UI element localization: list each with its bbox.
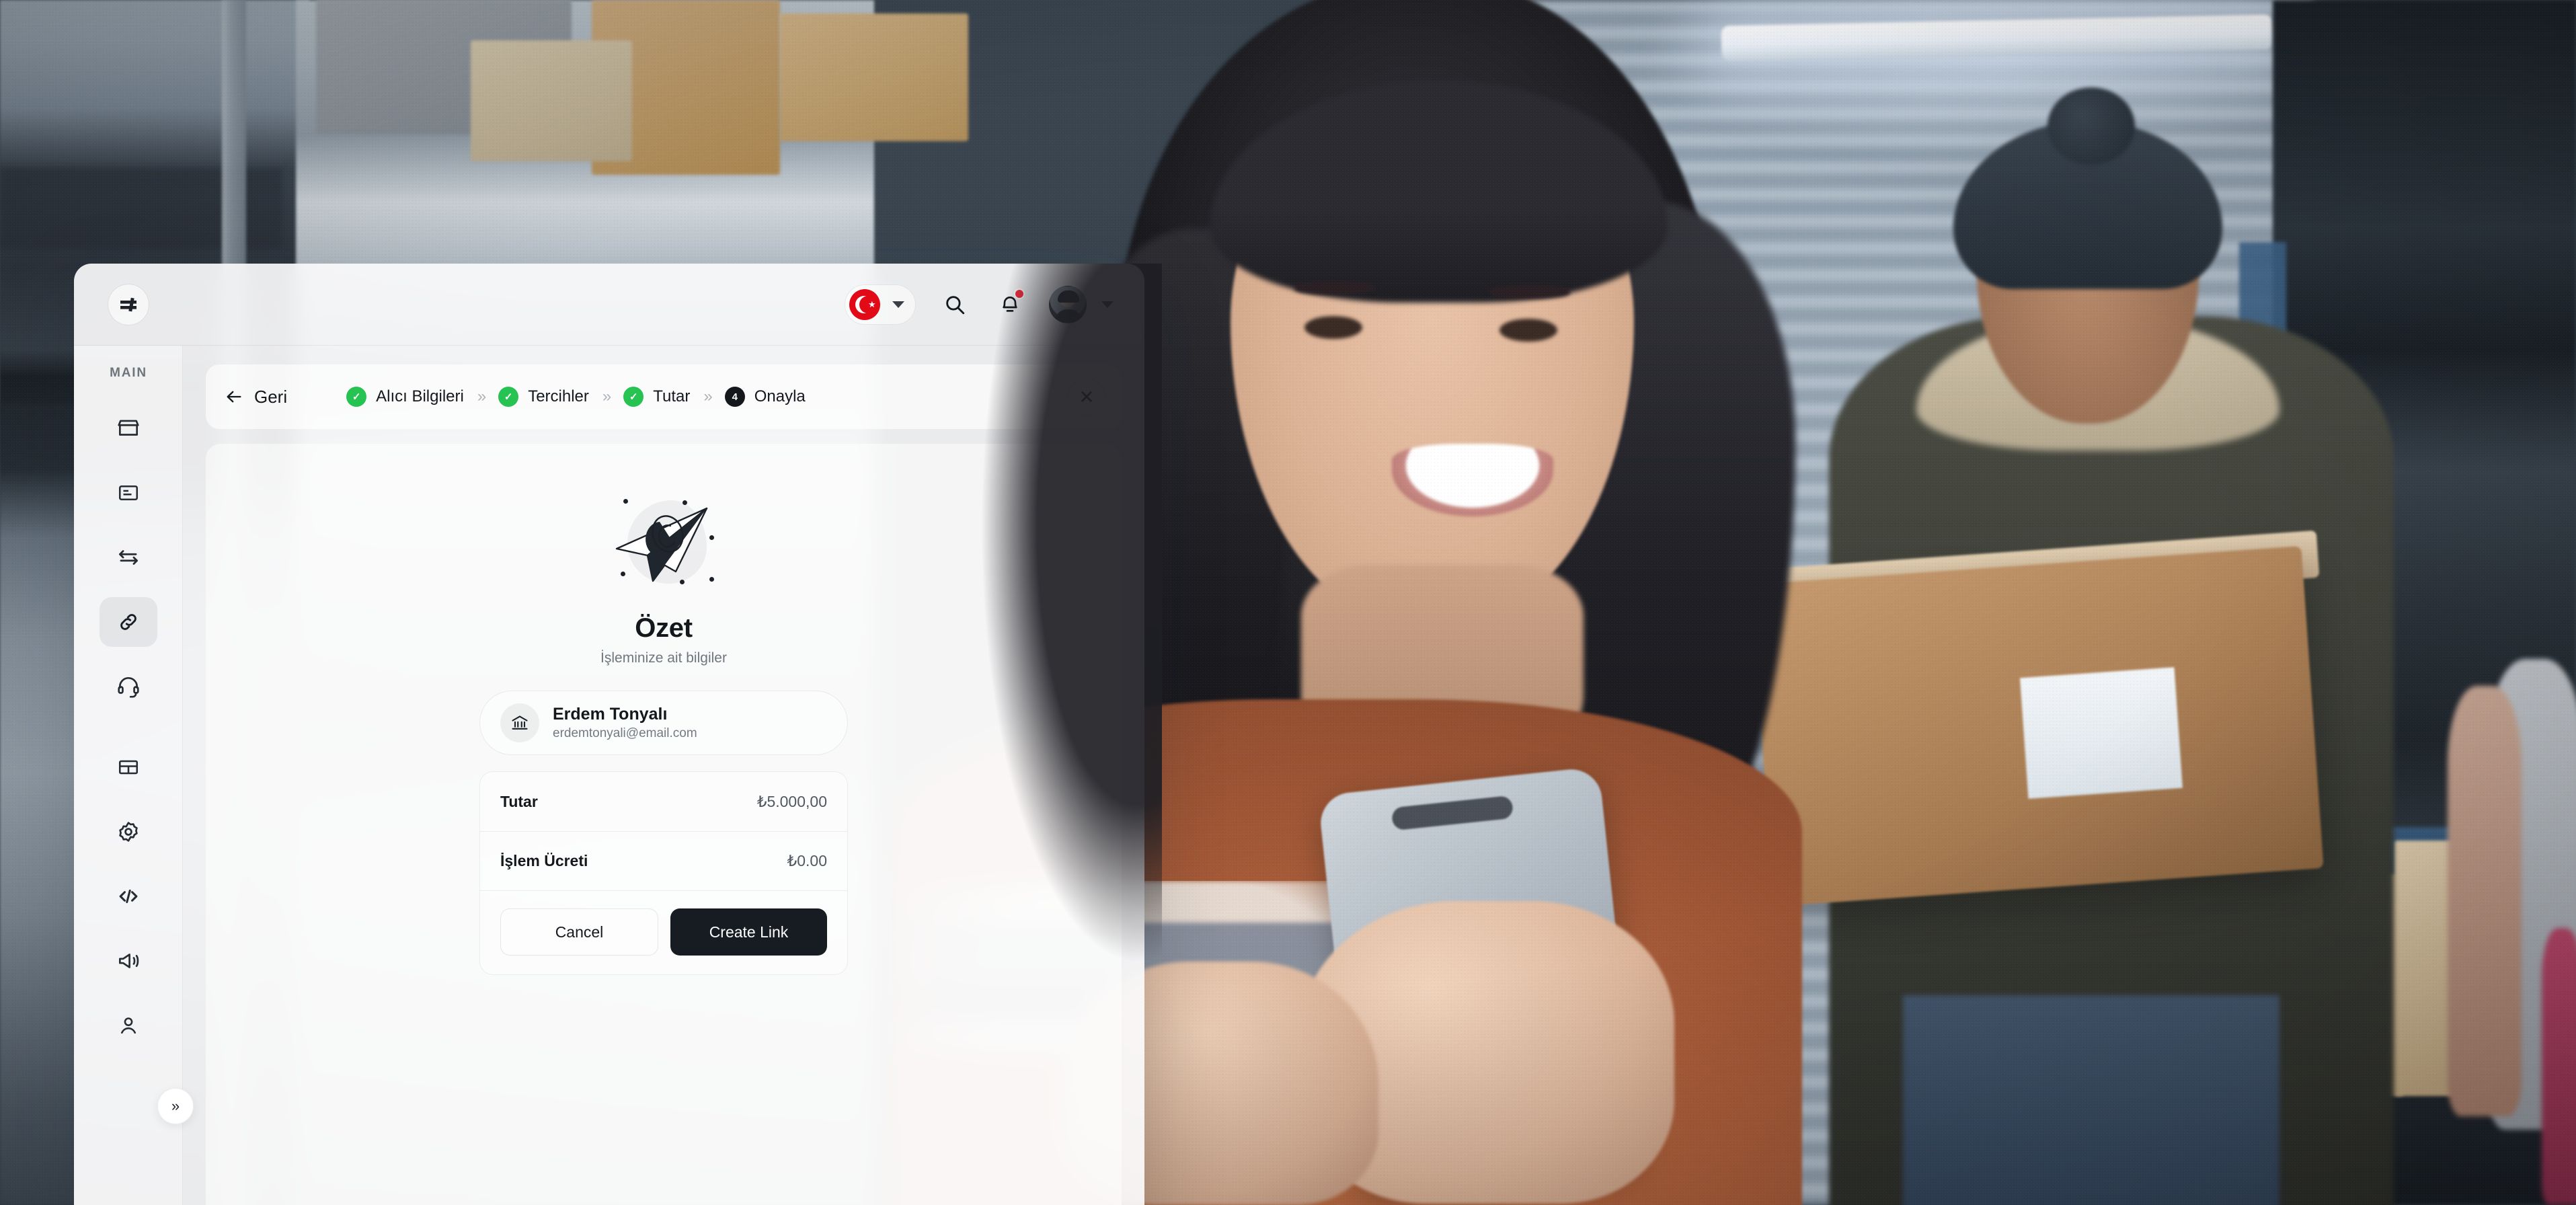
woman-eye: [1304, 316, 1362, 339]
step-separator: »: [703, 387, 712, 405]
amount-table: Tutar ₺5.000,00 İşlem Ücreti ₺0.00 Cance…: [479, 771, 848, 975]
papara-logo[interactable]: [108, 284, 149, 325]
table-row: Tutar ₺5.000,00: [480, 772, 847, 831]
recipient-name: Erdem Tonyalı: [553, 705, 668, 724]
recipient-info: Erdem Tonyalı erdemtonyali@email.com: [553, 705, 697, 741]
sidebar-item-announcements[interactable]: [100, 936, 157, 986]
step-marker: ✓: [346, 387, 367, 407]
megaphone-icon: [118, 954, 139, 968]
stepper-steps: ✓ Alıcı Bilgileri » ✓ Tercihler » ✓ Tuta…: [346, 387, 806, 407]
action-buttons: Cancel Create Link: [480, 890, 847, 974]
back-button[interactable]: Geri: [225, 387, 310, 407]
sidebar-item-links[interactable]: [100, 597, 157, 647]
step-label: Alıcı Bilgileri: [376, 387, 464, 405]
sidebar-item-support[interactable]: [100, 662, 157, 711]
topbar-actions: ★: [845, 284, 1114, 325]
flag-star: ★: [868, 299, 876, 309]
notification-badge: [1014, 288, 1025, 299]
hanging-garment: [2542, 928, 2576, 1205]
step-label: Onayla: [754, 387, 806, 405]
page-subtitle: İşleminize ait bilgiler: [600, 650, 727, 666]
user-icon: [120, 1017, 136, 1034]
account-menu[interactable]: [1049, 286, 1114, 323]
step-marker: ✓: [623, 387, 644, 407]
bank-building-icon: [512, 715, 528, 730]
cardboard-box: [780, 13, 968, 141]
woman-brow: [1489, 285, 1570, 299]
create-link-button[interactable]: Create Link: [670, 908, 827, 956]
arrow-left-icon: [227, 391, 241, 403]
topbar: ★: [74, 264, 1144, 346]
shipping-label: [2020, 667, 2183, 799]
worker-jeans: [1903, 995, 2279, 1205]
sidebar-item-tables[interactable]: [100, 742, 157, 792]
sidebar-item-store[interactable]: [100, 403, 157, 453]
woman-eye: [1499, 319, 1557, 342]
step-marker: 4: [724, 387, 745, 407]
sidebar: MAIN »: [74, 346, 194, 1205]
sidebar-item-profile[interactable]: [100, 1001, 157, 1050]
sidebar-item-developers[interactable]: [100, 871, 157, 921]
table-row: İşlem Ücreti ₺0.00: [480, 831, 847, 890]
gear-icon: [119, 822, 138, 842]
amount-value: ₺0.00: [787, 852, 827, 869]
recipient-row[interactable]: Erdem Tonyalı erdemtonyali@email.com: [479, 691, 848, 755]
search-icon: [946, 296, 965, 315]
recipient-email: erdemtonyali@email.com: [553, 726, 697, 740]
content-area: Geri ✓ Alıcı Bilgileri » ✓ Tercihler » ✓: [183, 346, 1144, 1205]
summary-panel: Özet İşleminize ait bilgiler Erdem Tonya…: [206, 444, 1122, 1205]
cardboard-box: [471, 40, 632, 161]
sidebar-item-statements[interactable]: [100, 468, 157, 518]
illustration-wrap: [479, 494, 848, 598]
code-icon: [119, 889, 138, 904]
chevron-down-icon: [892, 301, 904, 308]
step-tercihler[interactable]: ✓ Tercihler: [498, 387, 589, 407]
amount-label: İşlem Ücreti: [500, 852, 588, 869]
sidebar-expand-button[interactable]: »: [157, 1088, 194, 1124]
summary-card: Özet İşleminize ait bilgiler Erdem Tonya…: [479, 494, 848, 1205]
window-body: MAIN » Geri ✓ Alıcı Bilgileri » ✓ Tercih…: [74, 346, 1144, 1205]
document-icon: [118, 485, 139, 501]
paper-plane-illustration: [609, 494, 719, 598]
woman-brow: [1294, 281, 1375, 295]
cancel-button[interactable]: Cancel: [500, 908, 658, 956]
sidebar-item-transfers[interactable]: [100, 533, 157, 582]
topbar-divider: [74, 344, 1144, 346]
amount-label: Tutar: [500, 792, 538, 810]
stepper-bar: Geri ✓ Alıcı Bilgileri » ✓ Tercihler » ✓: [206, 364, 1122, 429]
avatar: [1049, 286, 1087, 323]
step-label: Tutar: [653, 387, 691, 405]
store-icon: [118, 420, 139, 436]
back-button-label: Geri: [254, 386, 288, 407]
language-selector[interactable]: ★: [845, 284, 916, 325]
logo-icon: [120, 297, 136, 312]
beanie-pompom: [2047, 87, 2135, 165]
transfer-arrows-icon: [118, 550, 139, 565]
headset-icon: [118, 676, 139, 698]
paper-plane-icon: [615, 507, 708, 582]
sidebar-divider-gap: [74, 726, 183, 742]
step-label: Tercihler: [528, 387, 589, 405]
sidebar-item-settings[interactable]: [100, 807, 157, 857]
notifications-button[interactable]: [994, 288, 1026, 321]
chevron-down-icon: [1101, 301, 1114, 308]
bank-icon: [500, 703, 539, 742]
app-window: ★ MAIN » Geri ✓ Alıcı Bilgileri » ✓ Terc…: [74, 264, 1144, 1205]
step-separator: »: [602, 387, 611, 405]
sidebar-edge: [182, 346, 183, 1205]
link-chain-icon: [120, 614, 136, 630]
turkish-flag-icon: ★: [849, 289, 880, 320]
close-button[interactable]: ✕: [1068, 378, 1105, 416]
page-title: Özet: [635, 613, 693, 643]
step-tutar[interactable]: ✓ Tutar: [623, 387, 690, 407]
grid-table-icon: [118, 760, 139, 775]
step-alici-bilgileri[interactable]: ✓ Alıcı Bilgileri: [346, 387, 464, 407]
step-separator: »: [477, 387, 486, 405]
step-onayla[interactable]: 4 Onayla: [724, 387, 806, 407]
search-button[interactable]: [939, 288, 971, 321]
hanging-garment: [2448, 686, 2522, 1116]
step-marker: ✓: [498, 387, 519, 407]
sidebar-section-label: MAIN: [110, 366, 147, 380]
amount-value: ₺5.000,00: [756, 792, 827, 810]
